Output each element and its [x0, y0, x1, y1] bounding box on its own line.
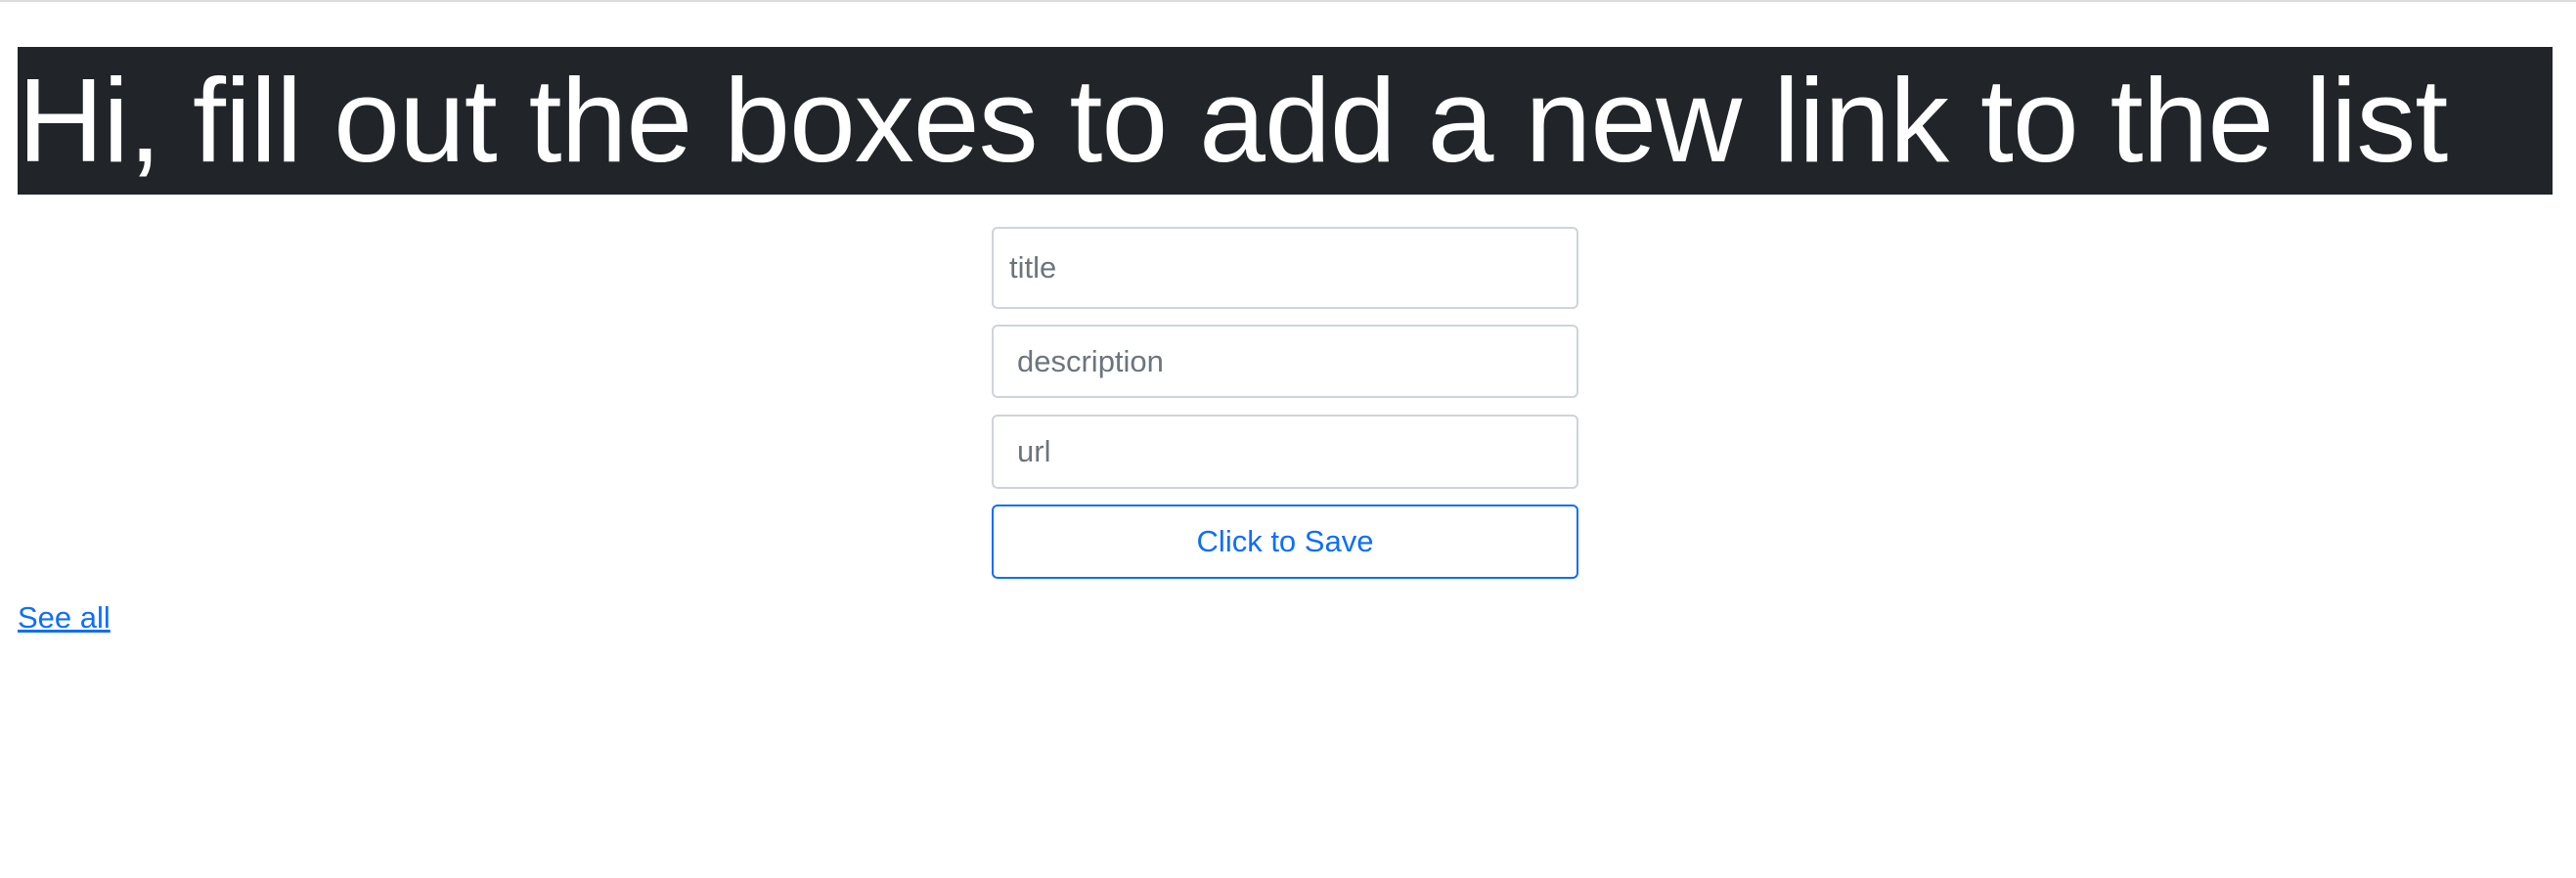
- save-button[interactable]: Click to Save: [992, 505, 1578, 579]
- page-title: Hi, fill out the boxes to add a new link…: [18, 54, 2448, 187]
- title-input[interactable]: [992, 227, 1578, 309]
- url-input[interactable]: [992, 415, 1578, 489]
- description-input[interactable]: [992, 325, 1578, 398]
- see-all-link[interactable]: See all: [18, 598, 111, 637]
- hero-banner: Hi, fill out the boxes to add a new link…: [18, 47, 2553, 195]
- top-border: [0, 0, 2576, 2]
